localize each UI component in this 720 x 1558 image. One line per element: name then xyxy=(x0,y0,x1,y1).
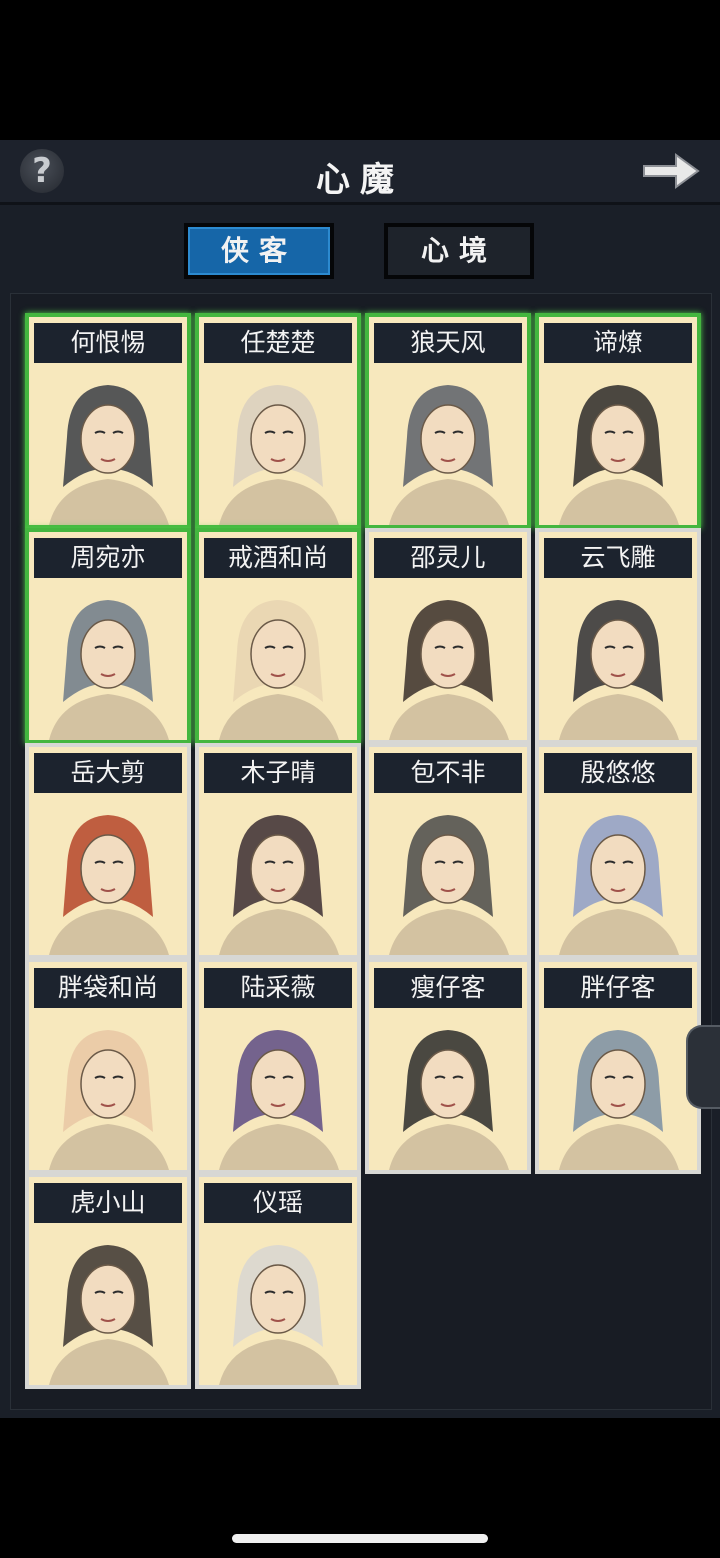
character-card[interactable]: 包不非 xyxy=(365,743,531,959)
character-name: 陆采薇 xyxy=(204,968,352,1008)
character-portrait xyxy=(539,582,697,740)
character-portrait xyxy=(29,1227,187,1385)
character-card[interactable]: 木子晴 xyxy=(195,743,361,959)
character-card[interactable]: 谛燎 xyxy=(535,313,701,529)
character-name: 虎小山 xyxy=(34,1183,182,1223)
character-name: 云飞雕 xyxy=(544,538,692,578)
character-card[interactable]: 任楚楚 xyxy=(195,313,361,529)
character-name: 戒酒和尚 xyxy=(204,538,352,578)
character-card[interactable]: 胖仔客 xyxy=(535,958,701,1174)
character-card[interactable]: 邵灵儿 xyxy=(365,528,531,744)
character-card[interactable]: 戒酒和尚 xyxy=(195,528,361,744)
character-portrait xyxy=(369,1012,527,1170)
character-card[interactable]: 周宛亦 xyxy=(25,528,191,744)
character-portrait xyxy=(369,367,527,525)
home-indicator[interactable] xyxy=(232,1534,488,1543)
character-portrait xyxy=(29,582,187,740)
character-name: 殷悠悠 xyxy=(544,753,692,793)
character-portrait xyxy=(29,1012,187,1170)
character-card[interactable]: 陆采薇 xyxy=(195,958,361,1174)
character-portrait xyxy=(29,797,187,955)
character-card[interactable]: 何恨惕 xyxy=(25,313,191,529)
character-name: 瘦仔客 xyxy=(374,968,522,1008)
character-name: 木子晴 xyxy=(204,753,352,793)
page-title: 心魔 xyxy=(316,160,404,200)
main-area: 侠客 心境 何恨惕 任楚楚 狼天风 谛燎周宛亦 戒酒和尚 邵灵儿 云飞雕岳大剪 木子晴 包不非殷… xyxy=(0,205,720,1418)
character-name: 岳大剪 xyxy=(34,753,182,793)
character-name: 仪瑶 xyxy=(204,1183,352,1223)
character-name: 包不非 xyxy=(374,753,522,793)
character-portrait xyxy=(29,367,187,525)
character-name: 何恨惕 xyxy=(34,323,182,363)
arrow-right-icon xyxy=(643,153,700,189)
tab-xiake[interactable]: 侠客 xyxy=(184,223,334,279)
character-name: 邵灵儿 xyxy=(374,538,522,578)
character-panel: 何恨惕 任楚楚 狼天风 谛燎周宛亦 戒酒和尚 邵灵儿 云飞雕岳大剪 木子晴 包不非 殷悠悠胖袋和尚… xyxy=(10,293,712,1410)
character-name: 周宛亦 xyxy=(34,538,182,578)
character-card[interactable]: 仪瑶 xyxy=(195,1173,361,1389)
character-portrait xyxy=(539,367,697,525)
character-portrait xyxy=(199,797,357,955)
character-card[interactable]: 胖袋和尚 xyxy=(25,958,191,1174)
character-card[interactable]: 殷悠悠 xyxy=(535,743,701,959)
side-drawer-handle[interactable] xyxy=(686,1025,720,1109)
character-portrait xyxy=(369,582,527,740)
character-portrait xyxy=(199,1012,357,1170)
tab-xinjing[interactable]: 心境 xyxy=(384,223,534,279)
character-name: 胖袋和尚 xyxy=(34,968,182,1008)
character-card[interactable]: 岳大剪 xyxy=(25,743,191,959)
character-portrait xyxy=(369,797,527,955)
character-card[interactable]: 虎小山 xyxy=(25,1173,191,1389)
character-name: 狼天风 xyxy=(374,323,522,363)
character-card[interactable]: 云飞雕 xyxy=(535,528,701,744)
character-name: 胖仔客 xyxy=(544,968,692,1008)
character-portrait xyxy=(199,582,357,740)
character-portrait xyxy=(539,797,697,955)
character-name: 任楚楚 xyxy=(204,323,352,363)
top-bar: ? 心魔 xyxy=(0,140,720,205)
exit-button[interactable] xyxy=(640,149,702,193)
character-portrait xyxy=(539,1012,697,1170)
character-card[interactable]: 瘦仔客 xyxy=(365,958,531,1174)
character-name: 谛燎 xyxy=(544,323,692,363)
character-portrait xyxy=(199,1227,357,1385)
character-portrait xyxy=(199,367,357,525)
character-card[interactable]: 狼天风 xyxy=(365,313,531,529)
